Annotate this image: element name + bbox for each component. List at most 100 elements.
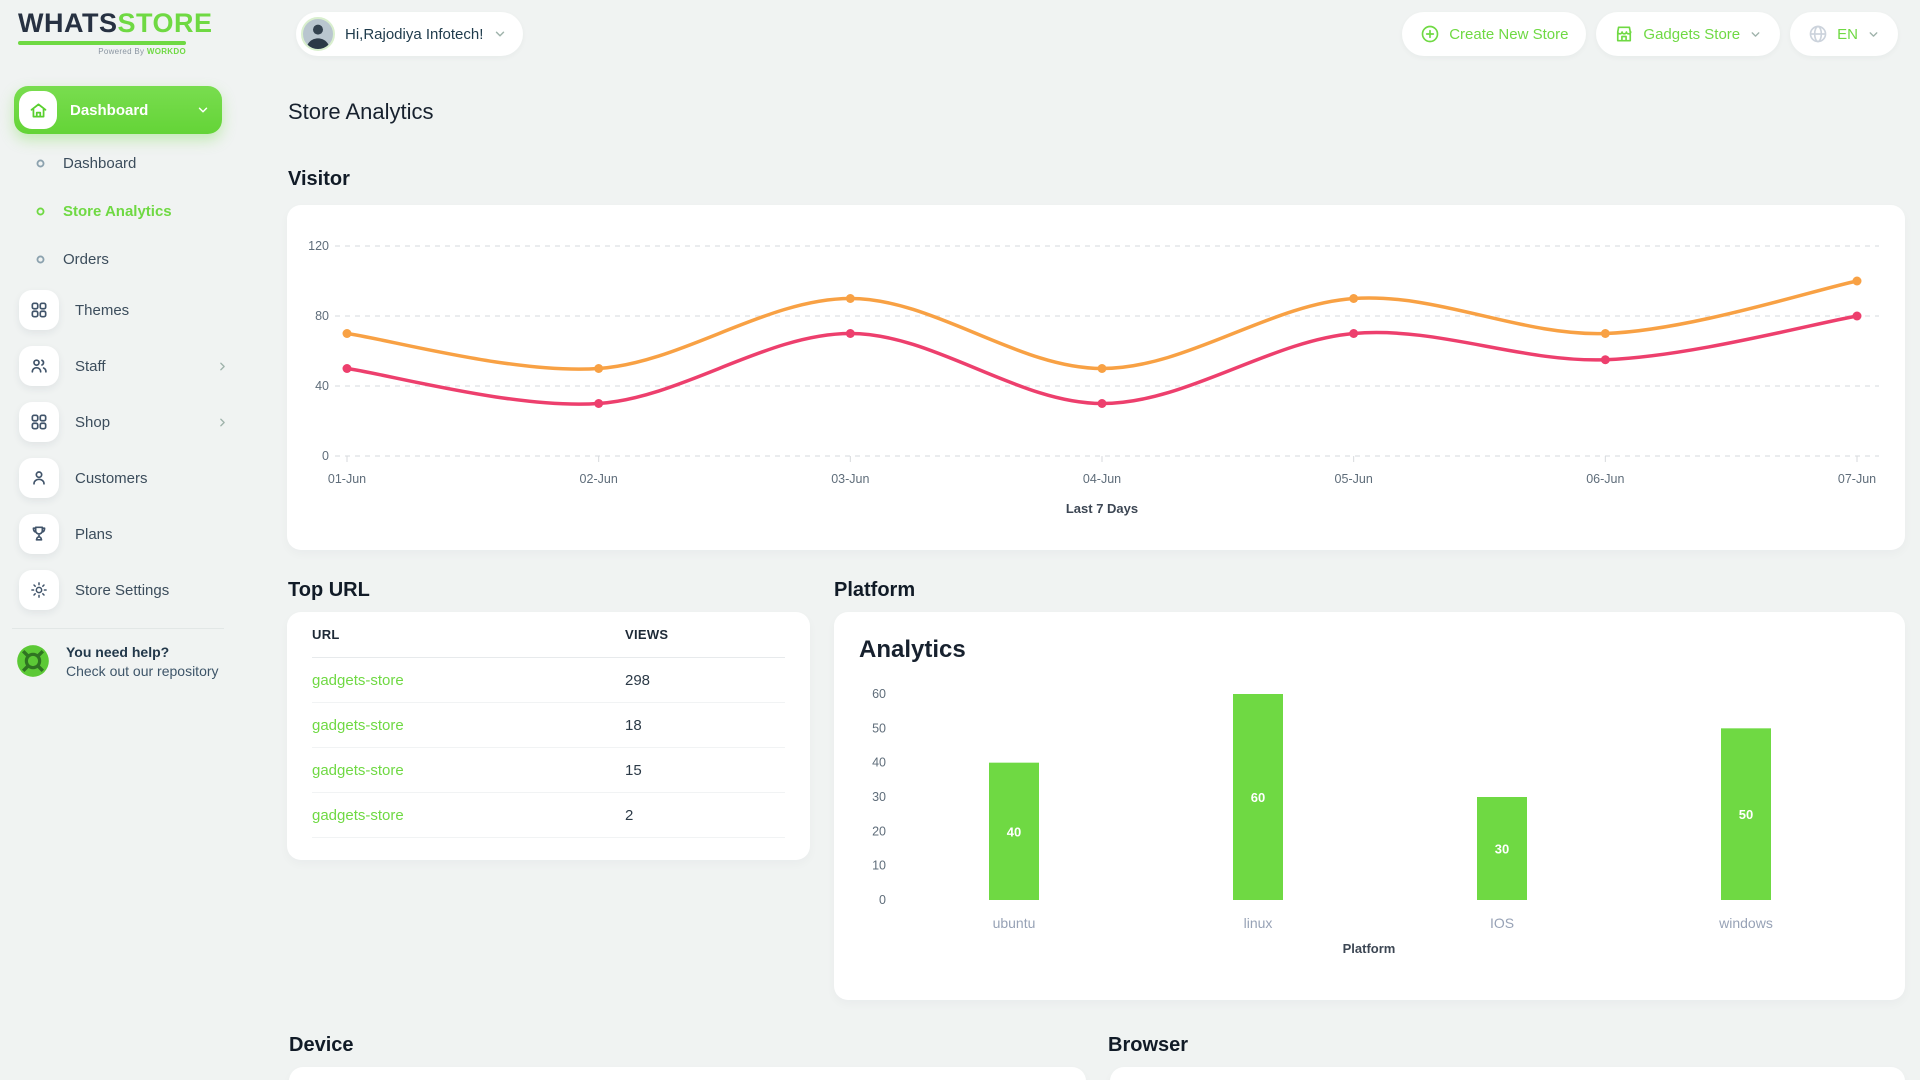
views-value: 15 bbox=[625, 762, 785, 779]
sidebar-item-dashboard[interactable]: Dashboard bbox=[22, 145, 222, 181]
bullet-icon bbox=[36, 159, 45, 168]
visitor-section-heading: Visitor bbox=[288, 168, 350, 191]
language-selector-button[interactable]: EN bbox=[1790, 12, 1898, 56]
url-link[interactable]: gadgets-store bbox=[312, 717, 625, 734]
svg-text:80: 80 bbox=[315, 309, 329, 323]
svg-text:07-Jun: 07-Jun bbox=[1838, 472, 1876, 486]
chevron-down-icon bbox=[1867, 28, 1880, 41]
page-title: Store Analytics bbox=[288, 99, 434, 125]
language-label: EN bbox=[1837, 26, 1858, 43]
svg-text:linux: linux bbox=[1244, 915, 1273, 931]
sidebar-item-orders[interactable]: Orders bbox=[22, 241, 222, 277]
svg-text:40: 40 bbox=[315, 379, 329, 393]
views-value: 2 bbox=[625, 807, 785, 824]
sidebar-item-label: Staff bbox=[75, 358, 200, 375]
svg-text:10: 10 bbox=[872, 859, 886, 873]
sidebar-item-staff[interactable]: Staff bbox=[19, 338, 229, 394]
column-header-url: URL bbox=[312, 627, 625, 642]
chevron-down-icon bbox=[493, 27, 507, 41]
sidebar-divider bbox=[12, 628, 224, 629]
lifebuoy-icon bbox=[14, 642, 52, 680]
sidebar-item-store-settings[interactable]: Store Settings bbox=[19, 562, 229, 618]
svg-text:50: 50 bbox=[1739, 807, 1753, 822]
sidebar-item-label: Plans bbox=[75, 526, 229, 543]
sidebar-item-label: Themes bbox=[75, 302, 229, 319]
svg-text:Platform: Platform bbox=[1343, 941, 1396, 956]
bullet-icon bbox=[36, 207, 45, 216]
table-row: gadgets-store 298 bbox=[312, 658, 785, 703]
avatar bbox=[301, 17, 335, 51]
svg-text:60: 60 bbox=[872, 687, 886, 701]
globe-icon bbox=[1808, 24, 1828, 44]
platform-section-heading: Platform bbox=[834, 579, 915, 602]
top-url-table: URL VIEWS gadgets-store 298 gadgets-stor… bbox=[287, 612, 810, 838]
svg-text:40: 40 bbox=[1007, 824, 1021, 839]
sidebar-item-label: Store Analytics bbox=[63, 203, 172, 220]
store-selector-label: Gadgets Store bbox=[1643, 26, 1740, 43]
storefront-icon bbox=[1614, 24, 1634, 44]
table-header-row: URL VIEWS bbox=[312, 612, 785, 658]
platform-bar-chart: 010203040506040ubuntu60linux30IOS50windo… bbox=[834, 612, 1905, 1000]
create-new-store-button[interactable]: Create New Store bbox=[1402, 12, 1586, 56]
help-subtitle: Check out our repository bbox=[66, 663, 219, 679]
grid-icon bbox=[19, 290, 59, 330]
store-selector-button[interactable]: Gadgets Store bbox=[1596, 12, 1780, 56]
sidebar-item-store-analytics[interactable]: Store Analytics bbox=[22, 193, 222, 229]
top-url-table-card: URL VIEWS gadgets-store 298 gadgets-stor… bbox=[287, 612, 810, 860]
user-greeting: Hi,Rajodiya Infotech! bbox=[345, 26, 483, 43]
svg-text:0: 0 bbox=[879, 893, 886, 907]
bullet-icon bbox=[36, 255, 45, 264]
url-link[interactable]: gadgets-store bbox=[312, 762, 625, 779]
plus-circle-icon bbox=[1420, 24, 1440, 44]
sidebar: Dashboard Dashboard Store Analytics Orde… bbox=[12, 0, 236, 1080]
chevron-right-icon bbox=[216, 416, 229, 429]
svg-text:06-Jun: 06-Jun bbox=[1586, 472, 1624, 486]
svg-text:120: 120 bbox=[308, 239, 329, 253]
svg-text:05-Jun: 05-Jun bbox=[1335, 472, 1373, 486]
gear-icon bbox=[19, 570, 59, 610]
views-value: 298 bbox=[625, 672, 785, 689]
help-link[interactable]: You need help? Check out our repository bbox=[14, 642, 224, 680]
help-title: You need help? bbox=[66, 644, 219, 660]
svg-text:windows: windows bbox=[1718, 915, 1773, 931]
chevron-down-icon bbox=[1749, 28, 1762, 41]
table-row: gadgets-store 2 bbox=[312, 793, 785, 838]
url-link[interactable]: gadgets-store bbox=[312, 807, 625, 824]
sidebar-item-shop[interactable]: Shop bbox=[19, 394, 229, 450]
svg-text:40: 40 bbox=[872, 756, 886, 770]
svg-text:60: 60 bbox=[1251, 790, 1265, 805]
header-actions: Create New Store Gadgets Store EN bbox=[1402, 12, 1898, 56]
sidebar-item-plans[interactable]: Plans bbox=[19, 506, 229, 562]
sidebar-item-label: Shop bbox=[75, 414, 200, 431]
svg-text:30: 30 bbox=[1495, 842, 1509, 857]
top-url-section-heading: Top URL bbox=[288, 579, 370, 602]
user-menu-button[interactable]: Hi,Rajodiya Infotech! bbox=[296, 12, 523, 56]
svg-text:50: 50 bbox=[872, 721, 886, 735]
sidebar-item-label: Store Settings bbox=[75, 582, 229, 599]
svg-text:ubuntu: ubuntu bbox=[993, 915, 1036, 931]
device-section-heading: Device bbox=[289, 1034, 354, 1057]
chevron-right-icon bbox=[216, 360, 229, 373]
sidebar-item-label: Customers bbox=[75, 470, 229, 487]
grid-icon bbox=[19, 402, 59, 442]
url-link[interactable]: gadgets-store bbox=[312, 672, 625, 689]
svg-text:IOS: IOS bbox=[1490, 915, 1514, 931]
views-value: 18 bbox=[625, 717, 785, 734]
sidebar-item-label: Dashboard bbox=[63, 155, 136, 172]
chevron-down-icon bbox=[196, 103, 210, 117]
visitor-chart-card: 0408012001-Jun02-Jun03-Jun04-Jun05-Jun06… bbox=[287, 205, 1905, 550]
sidebar-item-themes[interactable]: Themes bbox=[19, 282, 229, 338]
browser-section-heading: Browser bbox=[1108, 1034, 1188, 1057]
svg-text:Last 7 Days: Last 7 Days bbox=[1066, 501, 1138, 516]
svg-text:20: 20 bbox=[872, 824, 886, 838]
device-chart-card bbox=[289, 1067, 1086, 1080]
home-icon bbox=[19, 91, 57, 129]
svg-text:02-Jun: 02-Jun bbox=[580, 472, 618, 486]
table-row: gadgets-store 15 bbox=[312, 748, 785, 793]
sidebar-item-dashboard-group[interactable]: Dashboard bbox=[14, 86, 222, 134]
sidebar-item-label: Orders bbox=[63, 251, 109, 268]
visitor-line-chart: 0408012001-Jun02-Jun03-Jun04-Jun05-Jun06… bbox=[287, 205, 1905, 550]
svg-text:0: 0 bbox=[322, 449, 329, 463]
sidebar-item-customers[interactable]: Customers bbox=[19, 450, 229, 506]
svg-text:01-Jun: 01-Jun bbox=[328, 472, 366, 486]
